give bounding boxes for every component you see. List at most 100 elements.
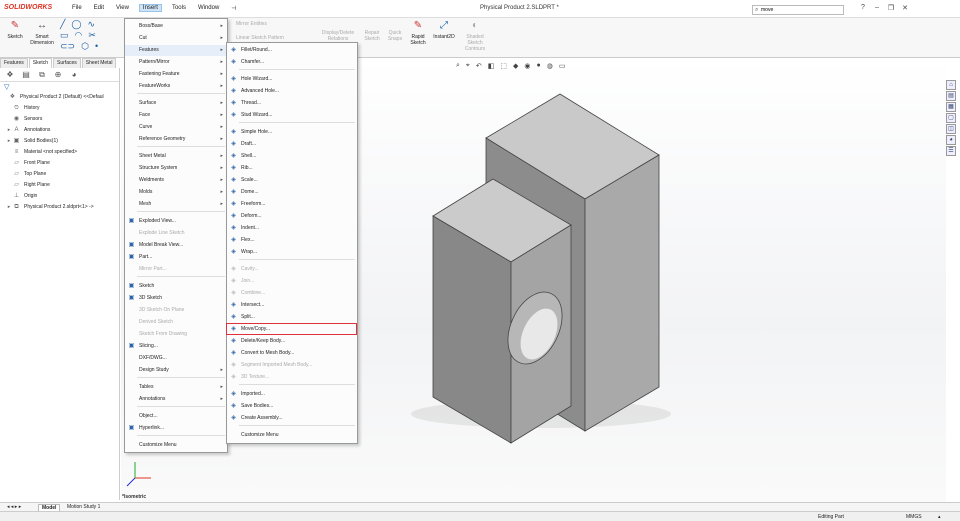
features-menu-item[interactable]: ◈ Shell... xyxy=(227,151,357,162)
features-menu-item[interactable]: ◈ Stud Wizard... xyxy=(227,110,357,121)
slot-icon[interactable]: ⊂⊃ xyxy=(60,41,75,52)
insert-menu-item[interactable]: Reference Geometry ▸ xyxy=(125,134,227,145)
custom-properties-icon[interactable]: ☰ xyxy=(946,146,956,156)
insert-menu-item[interactable]: Annotations ▸ xyxy=(125,394,227,405)
insert-menu-item[interactable]: Mesh ▸ xyxy=(125,199,227,210)
tree-item[interactable]: ▱ Right Plane xyxy=(0,180,119,191)
smart-dimension-button[interactable]: ↔ Smart Dimension xyxy=(26,20,58,46)
design-library-icon[interactable]: ▦ xyxy=(946,102,956,112)
insert-menu-item[interactable]: ▣ Model Break View... xyxy=(125,240,227,251)
features-menu-item[interactable]: ◈ Wrap... xyxy=(227,247,357,258)
features-menu-item[interactable]: ◈ Advanced Hole... xyxy=(227,86,357,97)
insert-menu-item[interactable]: Curve ▸ xyxy=(125,122,227,133)
status-arrow-icon[interactable]: ▴ xyxy=(938,514,941,520)
menu-view[interactable]: View xyxy=(114,5,131,12)
features-menu-item[interactable]: ◈ Fillet/Round... xyxy=(227,45,357,56)
insert-menu-item[interactable]: Surface ▸ xyxy=(125,98,227,109)
features-menu-item[interactable]: ◈ Intersect... xyxy=(227,300,357,311)
tree-item[interactable]: ◉ Sensors xyxy=(0,114,119,125)
rectangle-icon[interactable]: ▭ xyxy=(60,30,69,41)
insert-menu-item[interactable]: Design Study ▸ xyxy=(125,365,227,376)
insert-menu-item[interactable]: 3D Sketch On Plane xyxy=(125,305,227,316)
search-box[interactable]: ⌕ xyxy=(752,5,844,15)
features-menu-item[interactable]: ◈ Indent... xyxy=(227,223,357,234)
close-icon[interactable]: ✕ xyxy=(898,4,912,12)
features-menu-item[interactable]: ◈ 3D Texture... xyxy=(227,372,357,383)
insert-menu-item[interactable]: ▣ Slicing... xyxy=(125,341,227,352)
display-style-icon[interactable]: ◆ xyxy=(513,62,518,70)
mirror-entities-button[interactable]: Mirror Entities xyxy=(236,21,267,27)
insert-menu-item[interactable]: ▣ 3D Sketch xyxy=(125,293,227,304)
resources-icon[interactable]: ▤ xyxy=(946,91,956,101)
insert-menu-item[interactable]: Object... xyxy=(125,411,227,422)
arc-icon[interactable]: ◠ xyxy=(75,30,83,41)
line-icon[interactable]: ╱ xyxy=(60,19,65,30)
tab-sketch[interactable]: Sketch xyxy=(28,58,53,68)
pin-icon[interactable]: ⊣ xyxy=(229,5,238,12)
home-icon[interactable]: ⌂ xyxy=(946,80,956,90)
circle-icon[interactable]: ◯ xyxy=(71,19,81,30)
tree-item[interactable]: ❖ Physical Product 2 (Default) <<Defaul xyxy=(0,92,119,103)
features-menu-item[interactable]: ◈ Join... xyxy=(227,276,357,287)
insert-menu-item[interactable]: Molds ▸ xyxy=(125,187,227,198)
insert-menu-item[interactable]: ▣ Part... xyxy=(125,252,227,263)
features-menu-item[interactable]: ◈ Create Assembly... xyxy=(227,413,357,424)
features-menu-item[interactable]: ◈ Chamfer... xyxy=(227,57,357,68)
section-view-icon[interactable]: ◧ xyxy=(488,62,495,70)
polygon-icon[interactable]: ⬡ xyxy=(81,41,89,52)
insert-menu-item[interactable]: ▣ Hyperlink... xyxy=(125,423,227,434)
filter-icon[interactable]: ▽ xyxy=(0,82,119,92)
rapid-sketch-button[interactable]: ✎ Rapid Sketch xyxy=(406,20,430,46)
insert-menu-item[interactable]: Structure System ▸ xyxy=(125,163,227,174)
tab-motion-study[interactable]: Motion Study 1 xyxy=(64,504,103,510)
appearance-icon[interactable]: ● xyxy=(537,62,541,70)
tree-item[interactable]: ▸ A Annotations xyxy=(0,125,119,136)
insert-menu-item[interactable]: DXF/DWG... xyxy=(125,353,227,364)
view-settings-icon[interactable]: ▭ xyxy=(559,62,566,70)
quick-snaps-button[interactable]: Quick Snaps xyxy=(384,30,406,42)
insert-menu-item[interactable]: ▣ Exploded View... xyxy=(125,216,227,227)
hide-show-icon[interactable]: ◉ xyxy=(524,62,530,70)
features-menu-item[interactable]: ◈ Dome... xyxy=(227,187,357,198)
menu-window[interactable]: Window xyxy=(196,5,221,12)
spline-icon[interactable]: ∿ xyxy=(88,19,96,30)
tab-sheet-metal[interactable]: Sheet Metal xyxy=(81,58,117,68)
menu-tools[interactable]: Tools xyxy=(170,5,188,12)
features-menu-item[interactable]: ◈ Cavity... xyxy=(227,264,357,275)
features-menu-item[interactable]: ◈ Combine... xyxy=(227,288,357,299)
point-icon[interactable]: • xyxy=(95,41,98,52)
tree-item[interactable]: ≡ Material <not specified> xyxy=(0,147,119,158)
insert-menu-item[interactable]: Sheet Metal ▸ xyxy=(125,151,227,162)
view-palette-icon[interactable]: ◫ xyxy=(946,124,956,134)
features-menu-item[interactable]: ◈ Hole Wizard... xyxy=(227,74,357,85)
tree-item[interactable]: ⏲ History xyxy=(0,103,119,114)
display-manager-icon[interactable]: ◕ xyxy=(68,70,80,80)
insert-menu-item[interactable]: Cut ▸ xyxy=(125,33,227,44)
tab-features[interactable]: Features xyxy=(0,58,28,68)
features-menu-item[interactable]: ◈ Imported... xyxy=(227,389,357,400)
previous-view-icon[interactable]: ↶ xyxy=(476,62,482,70)
insert-menu-item[interactable]: Face ▸ xyxy=(125,110,227,121)
features-menu-item[interactable]: ◈ Split... xyxy=(227,312,357,323)
zoom-area-icon[interactable]: ⌖ xyxy=(466,62,470,70)
insert-menu-item[interactable]: Weldments ▸ xyxy=(125,175,227,186)
insert-menu-item[interactable]: Customize Menu xyxy=(125,440,227,451)
repair-sketch-button[interactable]: Repair Sketch xyxy=(360,30,384,42)
sketch-button[interactable]: ✎ Sketch xyxy=(4,20,26,40)
menu-edit[interactable]: Edit xyxy=(92,5,106,12)
insert-menu-item[interactable]: Boss/Base ▸ xyxy=(125,21,227,32)
features-menu-item[interactable]: ◈ Delete/Keep Body... xyxy=(227,336,357,347)
insert-menu-item[interactable]: ▣ Sketch xyxy=(125,281,227,292)
features-menu-item[interactable]: ◈ Deform... xyxy=(227,211,357,222)
shaded-sketch-contours-button[interactable]: ◐ Shaded Sketch Contours xyxy=(460,20,490,52)
insert-menu-item[interactable]: Derived Sketch xyxy=(125,317,227,328)
minimize-icon[interactable]: – xyxy=(870,4,884,12)
tree-item[interactable]: ⊥ Origin xyxy=(0,191,119,202)
view-orientation-icon[interactable]: ⬚ xyxy=(500,62,507,70)
instant2d-button[interactable]: ⤢ Instant2D xyxy=(430,20,458,40)
tab-surfaces[interactable]: Surfaces xyxy=(53,58,81,68)
insert-menu-item[interactable]: Sketch From Drawing xyxy=(125,329,227,340)
features-menu-item[interactable]: ◈ Freeform... xyxy=(227,199,357,210)
restore-icon[interactable]: ❐ xyxy=(884,4,898,12)
features-menu-item[interactable]: ◈ Scale... xyxy=(227,175,357,186)
